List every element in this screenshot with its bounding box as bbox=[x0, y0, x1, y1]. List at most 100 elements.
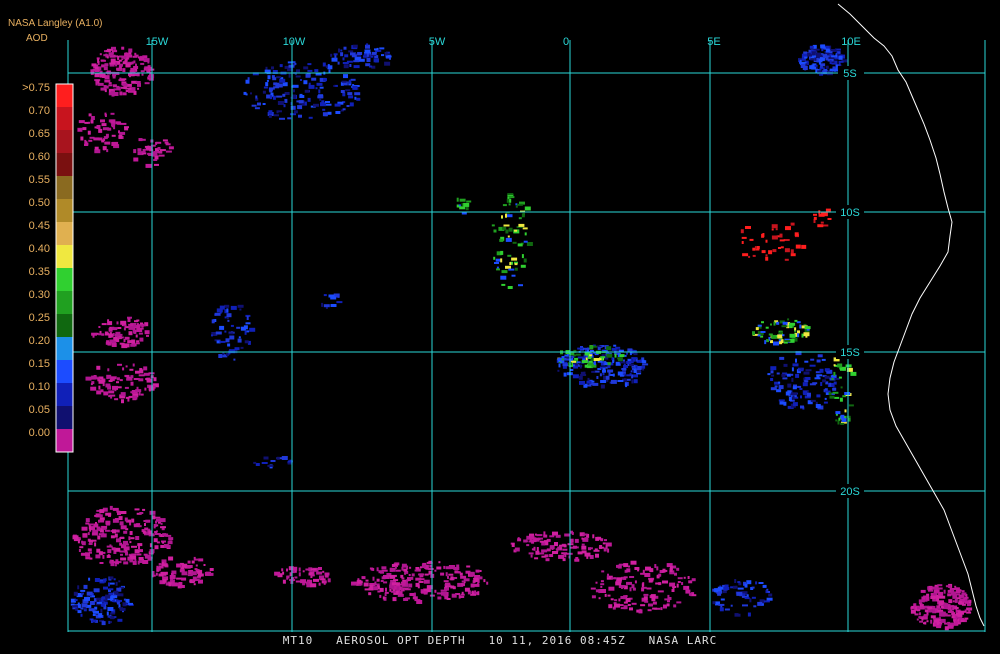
aerosol-pixel bbox=[348, 79, 351, 84]
aerosol-pixel bbox=[391, 590, 397, 593]
aerosol-pixel bbox=[642, 360, 647, 364]
aerosol-pixel bbox=[501, 270, 508, 274]
aerosol-pixel bbox=[118, 516, 123, 521]
aerosol-pixel bbox=[393, 579, 399, 582]
aerosol-pixel bbox=[717, 592, 722, 596]
aerosol-pixel bbox=[341, 80, 347, 83]
aerosol-pixel bbox=[968, 608, 971, 612]
aerosol-pixel bbox=[559, 547, 562, 550]
aerosol-pixel bbox=[110, 616, 115, 620]
aerosol-pixel bbox=[937, 587, 943, 590]
aerosol-pixel bbox=[534, 557, 539, 560]
aerosol-pixel bbox=[947, 611, 954, 613]
aerosol-pixel bbox=[113, 50, 118, 53]
aerosol-pixel bbox=[114, 533, 118, 538]
aerosol-pixel bbox=[614, 353, 617, 358]
aerosol-pixel bbox=[112, 507, 119, 511]
aerosol-pixel bbox=[669, 568, 673, 572]
aerosol-pixel bbox=[122, 68, 126, 73]
aerosol-pixel bbox=[199, 575, 202, 577]
aerosol-pixel bbox=[798, 369, 804, 372]
aerosol-pixel bbox=[144, 387, 147, 391]
aerosol-pixel bbox=[470, 593, 477, 596]
aerosol-pixel bbox=[106, 48, 113, 51]
aerosol-pixel bbox=[753, 605, 757, 608]
aerosol-pixel bbox=[418, 573, 425, 576]
aerosol-pixel bbox=[115, 581, 118, 586]
aerosol-pixel bbox=[619, 374, 624, 377]
aerosol-pixel bbox=[401, 577, 405, 580]
aerosol-pixel bbox=[122, 92, 127, 96]
aerosol-pixel bbox=[240, 346, 244, 349]
aerosol-pixel bbox=[768, 250, 773, 255]
aerosol-pixel bbox=[425, 564, 429, 569]
aerosol-pixel bbox=[335, 111, 341, 114]
legend-label: 0.20 bbox=[29, 335, 50, 347]
aerosol-pixel bbox=[385, 55, 392, 58]
aerosol-pixel bbox=[954, 607, 959, 609]
aerosol-pixel bbox=[579, 364, 582, 369]
aerosol-pixel bbox=[116, 333, 123, 336]
aerosol-pixel bbox=[748, 255, 751, 258]
aerosol-pixel bbox=[302, 570, 305, 573]
aerosol-map: 15W 10W 5W 0 5E 10E 5S 10S 15S 20S >0.75… bbox=[22, 3, 986, 632]
aerosol-pixel bbox=[281, 568, 284, 572]
aerosol-pixel bbox=[595, 553, 599, 558]
aerosol-pixel bbox=[319, 86, 324, 89]
aerosol-pixel bbox=[934, 622, 937, 626]
aerosol-pixel bbox=[411, 573, 415, 577]
aerosol-pixel bbox=[135, 536, 140, 540]
aerosol-pixel bbox=[496, 268, 500, 271]
aerosol-pixel bbox=[792, 395, 795, 400]
aerosol-pixel bbox=[124, 517, 128, 522]
aerosol-pixel bbox=[142, 149, 146, 153]
aerosol-pixel bbox=[939, 600, 944, 605]
aerosol-pixel bbox=[380, 571, 384, 574]
aerosol-pixel bbox=[354, 92, 361, 96]
aerosol-pixel bbox=[805, 335, 808, 338]
aerosol-pixel bbox=[804, 380, 809, 383]
aerosol-pixel bbox=[99, 562, 104, 564]
aerosol-pixel bbox=[803, 391, 808, 395]
aerosol-pixel bbox=[523, 240, 528, 243]
lat-label-5s: 5S bbox=[843, 68, 856, 80]
aerosol-pixel bbox=[737, 587, 744, 590]
aerosol-pixel bbox=[136, 553, 142, 556]
aerosol-pixel bbox=[340, 90, 345, 93]
aerosol-pixel bbox=[368, 592, 372, 596]
aerosol-pixel bbox=[277, 101, 284, 105]
aerosol-pixel bbox=[308, 84, 315, 89]
aerosol-pixel bbox=[595, 581, 598, 584]
aerosol-pixel bbox=[87, 532, 90, 536]
aerosol-pixel bbox=[110, 535, 115, 539]
legend-swatch bbox=[56, 360, 73, 383]
aerosol-pixel bbox=[562, 548, 568, 551]
aerosol-pixel bbox=[107, 319, 110, 322]
aerosol-pixel bbox=[928, 586, 933, 589]
aerosol-pixel bbox=[506, 214, 513, 218]
aerosol-pixel bbox=[469, 572, 475, 576]
aerosol-pixel bbox=[105, 520, 111, 525]
aerosol-pixel bbox=[82, 127, 87, 131]
aerosol-pixel bbox=[137, 148, 142, 152]
aerosol-pixel bbox=[351, 54, 357, 58]
aerosol-pixel bbox=[415, 577, 422, 581]
aerosol-pixel bbox=[371, 51, 377, 55]
aerosol-pixel bbox=[74, 599, 78, 602]
aerosol-pixel bbox=[88, 608, 95, 612]
aerosol-pixel bbox=[801, 333, 804, 338]
aerosol-pixel bbox=[610, 379, 617, 384]
aerosol-pixel bbox=[304, 89, 310, 93]
aerosol-pixel bbox=[261, 462, 268, 464]
aerosol-pixel bbox=[222, 352, 225, 356]
aerosol-pixel bbox=[298, 114, 302, 118]
aerosol-pixel bbox=[790, 222, 795, 226]
aerosol-pixel bbox=[155, 572, 158, 576]
aerosol-pixel bbox=[108, 390, 115, 394]
aerosol-pixel bbox=[516, 203, 523, 206]
aerosol-pixel bbox=[169, 575, 176, 579]
aerosol-pixel bbox=[458, 594, 461, 599]
aerosol-pixel bbox=[644, 573, 651, 577]
aerosol-pixel bbox=[768, 593, 773, 597]
aerosol-pixel bbox=[96, 597, 102, 601]
